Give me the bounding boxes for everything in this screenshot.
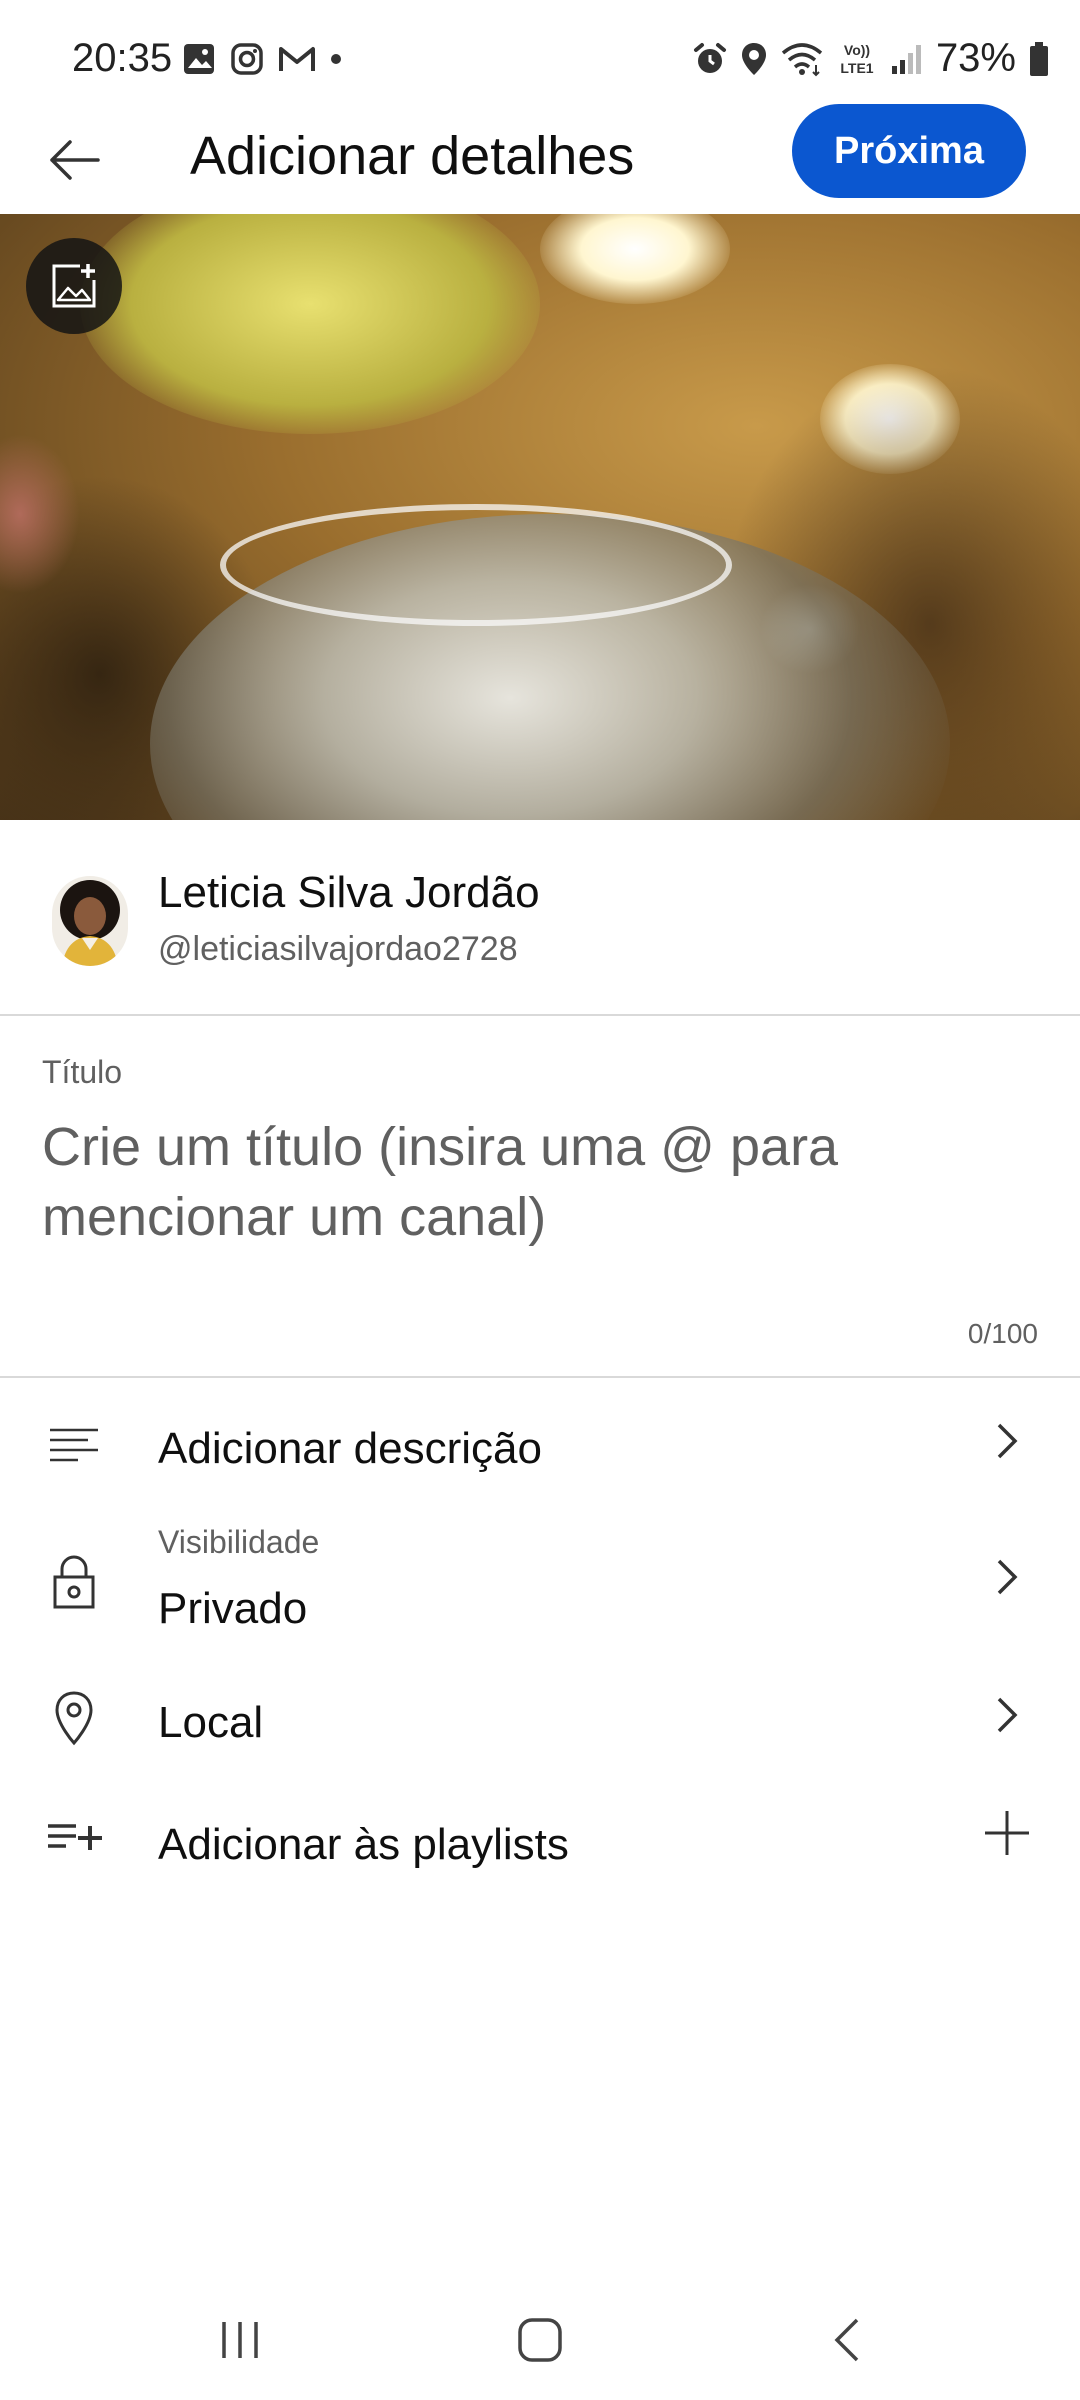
recent-apps-button[interactable]	[190, 2300, 290, 2380]
visibility-row[interactable]: Visibilidade Privado	[0, 1512, 1080, 1662]
battery-percent: 73%	[935, 36, 1016, 80]
visibility-sublabel: Visibilidade	[158, 1524, 320, 1560]
chevron-right-icon	[982, 1690, 1032, 1740]
recent-apps-icon	[222, 2322, 258, 2358]
gallery-icon	[184, 44, 214, 74]
back-button[interactable]	[38, 124, 110, 196]
avatar-image	[52, 876, 128, 966]
plus-icon[interactable]	[982, 1808, 1032, 1858]
title-label: Título	[42, 1054, 123, 1090]
gmail-icon	[279, 47, 315, 71]
playlist-add-icon	[44, 1808, 104, 1868]
video-thumbnail	[0, 214, 1080, 820]
arrow-back-icon	[50, 140, 100, 180]
location-icon	[741, 42, 766, 75]
channel-handle: @leticiasilvajordao2728	[158, 930, 518, 968]
battery-icon	[1030, 41, 1048, 76]
description-icon	[44, 1416, 104, 1476]
chevron-right-icon	[982, 1416, 1032, 1466]
alarm-icon	[693, 42, 726, 73]
svg-text:LTE1: LTE1	[840, 60, 873, 76]
location-label: Local	[158, 1698, 264, 1747]
character-counter: 0/100	[967, 1318, 1038, 1349]
thumb-bokeh-yellow	[80, 214, 540, 434]
edit-thumbnail-button[interactable]	[26, 238, 122, 334]
back-nav-button[interactable]	[796, 2300, 896, 2380]
chevron-right-icon	[982, 1552, 1032, 1602]
signal-icon	[891, 44, 921, 74]
channel-name: Leticia Silva Jordão	[158, 868, 540, 917]
system-nav-bar	[0, 2280, 1080, 2400]
home-icon	[518, 2318, 562, 2362]
avatar	[52, 876, 128, 966]
volte-icon: Vo)) LTE1	[840, 42, 873, 76]
instagram-icon	[231, 43, 263, 75]
title-input[interactable]: Crie um título (insira uma @ para mencio…	[42, 1112, 1022, 1252]
dot-icon	[331, 54, 341, 64]
thumb-jar-rim	[220, 504, 732, 626]
channel-row: Leticia Silva Jordão @leticiasilvajordao…	[0, 820, 1080, 1016]
add-to-playlists-label: Adicionar às playlists	[158, 1820, 569, 1869]
status-time: 20:35	[72, 36, 173, 80]
location-row[interactable]: Local	[0, 1662, 1080, 1782]
app-header: Adicionar detalhes Próxima	[0, 100, 1080, 212]
add-image-icon	[52, 264, 96, 308]
location-pin-icon	[44, 1688, 104, 1748]
home-button[interactable]	[490, 2300, 590, 2380]
next-button[interactable]: Próxima	[792, 104, 1026, 198]
chevron-left-icon	[834, 2318, 859, 2362]
add-description-label: Adicionar descrição	[158, 1424, 542, 1473]
status-right-icons: Vo)) LTE1 73%	[692, 36, 1050, 81]
title-section: Título Crie um título (insira uma @ para…	[0, 1016, 1080, 1378]
volte-label: Vo))	[844, 42, 870, 58]
thumb-light-1	[540, 214, 730, 304]
status-left-icons	[182, 42, 342, 76]
wifi-icon	[781, 42, 823, 76]
lock-icon	[44, 1552, 104, 1612]
add-description-row[interactable]: Adicionar descrição	[0, 1382, 1080, 1512]
add-to-playlists-row[interactable]: Adicionar às playlists	[0, 1782, 1080, 1892]
visibility-value: Privado	[158, 1584, 308, 1633]
page-title: Adicionar detalhes	[190, 126, 635, 186]
